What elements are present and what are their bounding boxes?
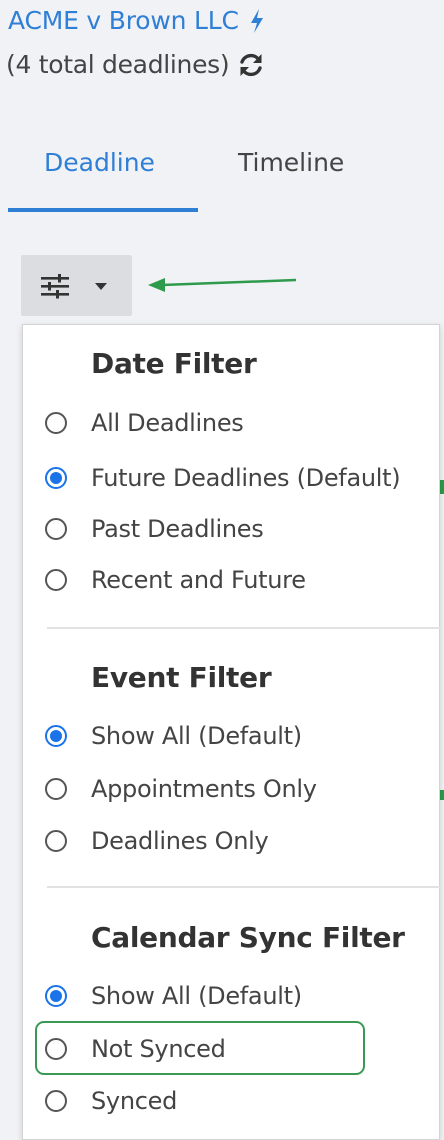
option-label: Recent and Future: [91, 566, 306, 594]
option-label: Not Synced: [91, 1035, 226, 1063]
sliders-icon: [41, 274, 69, 299]
lightning-bolt-icon: [250, 8, 263, 33]
radio-button-selected[interactable]: [45, 467, 67, 489]
option-sync-show-all[interactable]: Show All (Default): [45, 979, 444, 1013]
option-not-synced[interactable]: Not Synced: [45, 1032, 444, 1066]
view-tabs: Deadline Timeline: [8, 140, 444, 214]
deadline-count-text: (4 total deadlines): [6, 50, 230, 79]
radio-button[interactable]: [45, 778, 67, 800]
option-all-deadlines[interactable]: All Deadlines: [45, 406, 444, 440]
calendar-sync-filter-heading: Calendar Sync Filter: [91, 921, 405, 954]
option-event-show-all[interactable]: Show All (Default): [45, 719, 444, 753]
option-label: Deadlines Only: [91, 827, 269, 855]
section-divider: [47, 886, 441, 888]
option-label: All Deadlines: [91, 409, 244, 437]
option-synced[interactable]: Synced: [45, 1084, 444, 1118]
option-recent-and-future[interactable]: Recent and Future: [45, 563, 444, 597]
option-past-deadlines[interactable]: Past Deadlines: [45, 512, 444, 546]
radio-button[interactable]: [45, 569, 67, 591]
section-divider: [47, 627, 441, 629]
radio-button[interactable]: [45, 412, 67, 434]
radio-button-selected[interactable]: [45, 725, 67, 747]
date-filter-heading: Date Filter: [91, 347, 257, 380]
radio-button[interactable]: [45, 830, 67, 852]
caret-down-icon: [95, 283, 107, 290]
option-label: Synced: [91, 1087, 178, 1115]
option-label: Past Deadlines: [91, 515, 264, 543]
radio-button[interactable]: [45, 1090, 67, 1112]
event-filter-heading: Event Filter: [91, 661, 272, 694]
option-label: Show All (Default): [91, 982, 302, 1010]
option-future-deadlines[interactable]: Future Deadlines (Default): [45, 461, 444, 495]
tab-timeline[interactable]: Timeline: [238, 148, 344, 177]
matter-title[interactable]: ACME v Brown LLC: [8, 6, 265, 35]
active-tab-indicator: [8, 208, 198, 212]
option-label: Future Deadlines (Default): [91, 464, 401, 492]
radio-button[interactable]: [45, 518, 67, 540]
option-label: Show All (Default): [91, 722, 302, 750]
radio-button[interactable]: [45, 1038, 67, 1060]
matter-title-text[interactable]: ACME v Brown LLC: [8, 6, 239, 35]
annotation-arrow-icon: [148, 278, 297, 292]
filter-dropdown: Date Filter All Deadlines Future Deadlin…: [22, 324, 441, 1140]
tab-deadline[interactable]: Deadline: [44, 148, 155, 177]
sync-icon[interactable]: [237, 51, 265, 79]
radio-button-selected[interactable]: [45, 985, 67, 1007]
option-label: Appointments Only: [91, 775, 317, 803]
filter-menu-button[interactable]: [21, 255, 132, 316]
deadline-count: (4 total deadlines): [6, 50, 265, 79]
option-deadlines-only[interactable]: Deadlines Only: [45, 824, 444, 858]
option-appointments-only[interactable]: Appointments Only: [45, 772, 444, 806]
